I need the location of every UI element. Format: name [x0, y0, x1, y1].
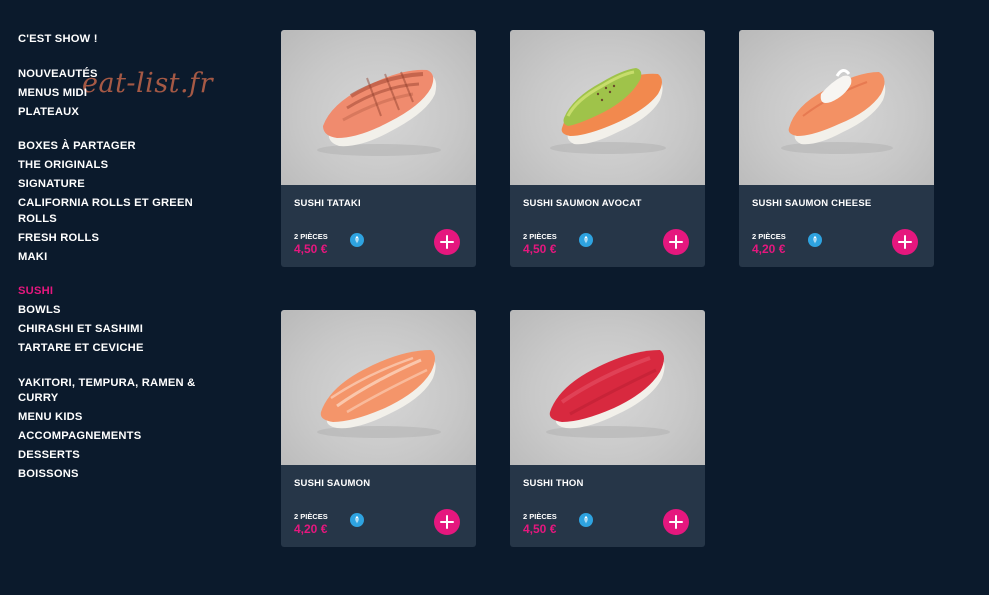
veggie-leaf-icon: [350, 513, 364, 527]
nav-item-chirashi-et-sashimi[interactable]: CHIRASHI ET SASHIMI: [18, 322, 218, 338]
product-price: 4,50 €: [523, 242, 557, 256]
nav-item-plateaux[interactable]: PLATEAUX: [18, 105, 218, 121]
add-to-cart-button[interactable]: [434, 229, 460, 255]
product-pieces: 2 PIÈCES: [752, 232, 786, 241]
veggie-leaf-icon: [579, 513, 593, 527]
plus-icon: [440, 235, 454, 249]
product-card[interactable]: SUSHI TATAKI 2 PIÈCES 4,50 €: [281, 30, 476, 267]
nav-item-cest-show[interactable]: C'EST SHOW !: [18, 32, 218, 48]
nav-item-sushi[interactable]: SUSHI: [18, 284, 218, 300]
nav-group-news: NOUVEAUTÉS MENUS MIDI PLATEAUX: [18, 67, 218, 121]
product-pieces: 2 PIÈCES: [294, 512, 328, 521]
nav-item-desserts[interactable]: DESSERTS: [18, 448, 218, 464]
nav-item-boissons[interactable]: BOISSONS: [18, 467, 218, 483]
category-sidebar: C'EST SHOW ! NOUVEAUTÉS MENUS MIDI PLATE…: [18, 32, 218, 502]
product-photo: [510, 30, 705, 185]
product-card[interactable]: SUSHI SAUMON CHEESE 2 PIÈCES 4,20 €: [739, 30, 934, 267]
product-card[interactable]: SUSHI THON 2 PIÈCES 4,50 €: [510, 310, 705, 547]
nav-item-accompagnements[interactable]: ACCOMPAGNEMENTS: [18, 429, 218, 445]
plus-icon: [669, 515, 683, 529]
nav-group-sushi: SUSHI BOWLS CHIRASHI ET SASHIMI TARTARE …: [18, 284, 218, 357]
product-price: 4,20 €: [294, 522, 328, 536]
nav-item-bowls[interactable]: BOWLS: [18, 303, 218, 319]
nav-item-boxes-a-partager[interactable]: BOXES À PARTAGER: [18, 139, 218, 155]
add-to-cart-button[interactable]: [434, 509, 460, 535]
product-price: 4,50 €: [294, 242, 328, 256]
nav-item-tartare-et-ceviche[interactable]: TARTARE ET CEVICHE: [18, 341, 218, 357]
product-price: 4,50 €: [523, 522, 557, 536]
nav-item-fresh-rolls[interactable]: FRESH ROLLS: [18, 231, 218, 247]
product-pieces: 2 PIÈCES: [523, 232, 557, 241]
product-price: 4,20 €: [752, 242, 786, 256]
product-photo: [739, 30, 934, 185]
add-to-cart-button[interactable]: [663, 229, 689, 255]
product-photo: [510, 310, 705, 465]
product-photo: [281, 310, 476, 465]
product-name: SUSHI SAUMON AVOCAT: [523, 198, 642, 209]
product-pieces: 2 PIÈCES: [294, 232, 328, 241]
plus-icon: [669, 235, 683, 249]
nav-item-maki[interactable]: MAKI: [18, 250, 218, 266]
nav-item-the-originals[interactable]: THE ORIGINALS: [18, 158, 218, 174]
add-to-cart-button[interactable]: [663, 509, 689, 535]
nav-item-yakitori-tempura[interactable]: YAKITORI, TEMPURA, RAMEN & CURRY: [18, 376, 218, 407]
product-name: SUSHI SAUMON CHEESE: [752, 198, 872, 209]
add-to-cart-button[interactable]: [892, 229, 918, 255]
nav-item-menu-kids[interactable]: MENU KIDS: [18, 410, 218, 426]
plus-icon: [898, 235, 912, 249]
product-pieces: 2 PIÈCES: [523, 512, 557, 521]
plus-icon: [440, 515, 454, 529]
product-name: SUSHI THON: [523, 478, 584, 489]
nav-group-show: C'EST SHOW !: [18, 32, 218, 48]
nav-item-signature[interactable]: SIGNATURE: [18, 177, 218, 193]
veggie-leaf-icon: [579, 233, 593, 247]
nav-group-rolls: BOXES À PARTAGER THE ORIGINALS SIGNATURE…: [18, 139, 218, 265]
product-name: SUSHI SAUMON: [294, 478, 371, 489]
veggie-leaf-icon: [808, 233, 822, 247]
product-name: SUSHI TATAKI: [294, 198, 361, 209]
product-card[interactable]: SUSHI SAUMON AVOCAT 2 PIÈCES 4,50 €: [510, 30, 705, 267]
nav-item-california-rolls[interactable]: CALIFORNIA ROLLS ET GREEN ROLLS: [18, 196, 218, 227]
product-photo: [281, 30, 476, 185]
nav-group-hot-dishes: YAKITORI, TEMPURA, RAMEN & CURRY MENU KI…: [18, 376, 218, 483]
nav-item-nouveautes[interactable]: NOUVEAUTÉS: [18, 67, 218, 83]
product-card[interactable]: SUSHI SAUMON 2 PIÈCES 4,20 €: [281, 310, 476, 547]
nav-item-menus-midi[interactable]: MENUS MIDI: [18, 86, 218, 102]
veggie-leaf-icon: [350, 233, 364, 247]
